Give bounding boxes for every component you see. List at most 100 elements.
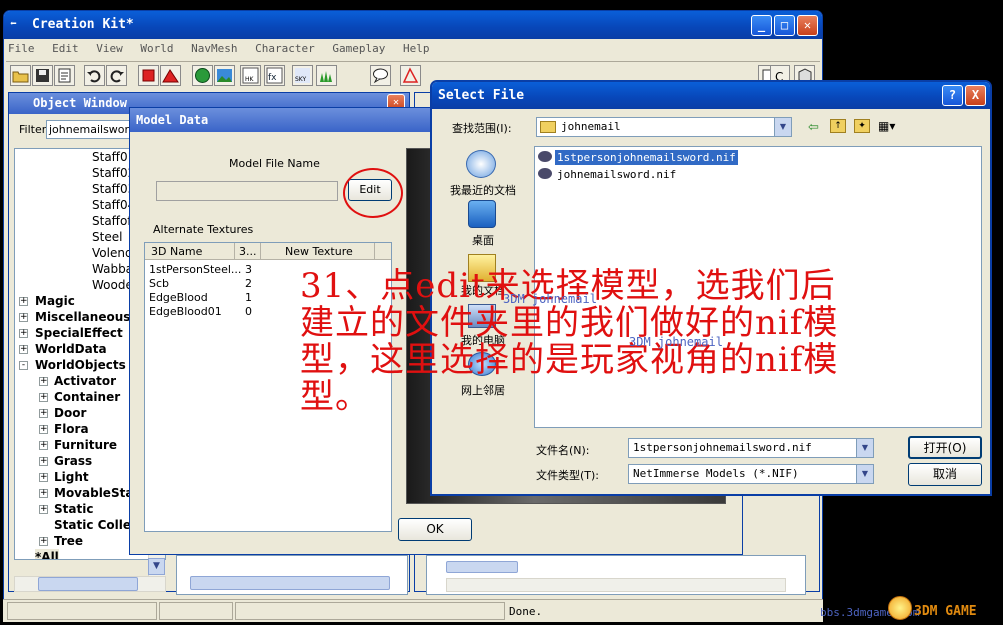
menu-character[interactable]: Character xyxy=(255,42,315,55)
grass-icon[interactable] xyxy=(316,65,337,86)
dialog-close-button[interactable]: X xyxy=(965,85,986,106)
expander-icon[interactable]: + xyxy=(39,537,48,546)
menu-gameplay[interactable]: Gameplay xyxy=(332,42,385,55)
chat-icon[interactable] xyxy=(370,65,391,86)
back-icon[interactable]: ⇦ xyxy=(808,120,819,135)
table-row-name[interactable]: 1stPersonSteel... xyxy=(149,263,241,277)
close-button[interactable]: ✕ xyxy=(797,15,818,36)
globe-icon[interactable] xyxy=(192,65,213,86)
sky-icon[interactable]: SKY xyxy=(292,65,313,86)
svg-text:HK: HK xyxy=(245,76,255,83)
expander-icon[interactable]: + xyxy=(39,489,48,498)
select-file-titlebar[interactable]: Select File ? X xyxy=(432,82,990,109)
ck-menubar: File Edit View World NavMesh Character G… xyxy=(8,42,429,58)
place-recent[interactable]: 我最近的文档 xyxy=(446,182,520,198)
expander-icon[interactable]: + xyxy=(39,377,48,386)
look-in-combo[interactable]: johnemail ▼ xyxy=(536,117,792,137)
expander-icon[interactable]: + xyxy=(39,425,48,434)
col-new-texture[interactable]: New Texture xyxy=(261,243,375,260)
render-list-hscroll[interactable] xyxy=(446,561,518,573)
table-row-index: 0 xyxy=(245,305,252,318)
recent-docs-icon[interactable] xyxy=(466,150,496,178)
maximize-button[interactable]: □ xyxy=(774,15,795,36)
landscape-icon[interactable] xyxy=(214,65,235,86)
model-file-name-input[interactable] xyxy=(156,181,338,201)
expander-icon[interactable]: + xyxy=(39,505,48,514)
expander-icon[interactable]: + xyxy=(39,441,48,450)
tree-category[interactable]: Grass xyxy=(54,453,92,469)
open-icon[interactable] xyxy=(10,65,31,86)
expander-icon[interactable]: + xyxy=(19,297,28,306)
terrain-icon[interactable] xyxy=(160,65,181,86)
status-cell-2 xyxy=(159,602,233,620)
cancel-button[interactable]: 取消 xyxy=(908,463,982,486)
render-hscroll-bar[interactable] xyxy=(446,578,786,592)
menu-world[interactable]: World xyxy=(140,42,173,55)
ok-button[interactable]: OK xyxy=(398,518,472,541)
tree-category[interactable]: Container xyxy=(54,389,120,405)
expander-icon[interactable]: + xyxy=(39,457,48,466)
tree-category[interactable]: Furniture xyxy=(54,437,117,453)
open-button[interactable]: 打开(O) xyxy=(908,436,982,459)
tree-scroll-down-icon[interactable]: ▼ xyxy=(148,558,165,575)
expander-icon[interactable]: + xyxy=(39,409,48,418)
menu-navmesh[interactable]: NavMesh xyxy=(191,42,237,55)
menu-help[interactable]: Help xyxy=(403,42,430,55)
tree-category[interactable]: WorldObjects xyxy=(35,357,126,373)
object-window-title: Object Window xyxy=(33,96,127,110)
minimize-button[interactable]: _ xyxy=(751,15,772,36)
expander-icon[interactable]: + xyxy=(19,345,28,354)
tree-category[interactable]: Magic xyxy=(35,293,75,309)
tree-item[interactable]: Steel xyxy=(92,229,122,245)
tree-category[interactable]: Light xyxy=(54,469,89,485)
properties-icon[interactable] xyxy=(54,65,75,86)
menu-view[interactable]: View xyxy=(96,42,123,55)
tree-category[interactable]: SpecialEffect xyxy=(35,325,123,341)
tree-category[interactable]: WorldData xyxy=(35,341,107,357)
look-in-dropdown-icon[interactable]: ▼ xyxy=(774,118,791,136)
filename-combo[interactable]: 1stpersonjohnemailsword.nif ▼ xyxy=(628,438,874,458)
table-row-name[interactable]: EdgeBlood xyxy=(149,291,208,305)
redo-icon[interactable] xyxy=(106,65,127,86)
place-network[interactable]: 网上邻居 xyxy=(446,382,520,398)
object-list-hscroll[interactable] xyxy=(190,576,390,590)
navmesh-icon[interactable] xyxy=(400,65,421,86)
tree-category[interactable]: Flora xyxy=(54,421,89,437)
place-desktop[interactable]: 桌面 xyxy=(446,232,520,248)
up-folder-icon[interactable]: ↑ xyxy=(830,119,846,133)
table-row-name[interactable]: EdgeBlood01 xyxy=(149,305,222,319)
tree-category[interactable]: Miscellaneous xyxy=(35,309,130,325)
filename-dropdown-icon[interactable]: ▼ xyxy=(856,439,873,457)
expander-icon[interactable]: + xyxy=(39,473,48,482)
expander-icon[interactable]: + xyxy=(19,313,28,322)
desktop-icon[interactable] xyxy=(468,200,496,228)
filter-input[interactable]: johnemailsword xyxy=(46,120,130,139)
col-3d-name[interactable]: 3D Name xyxy=(145,243,235,260)
menu-file[interactable]: File xyxy=(8,42,35,55)
tree-hscroll-thumb[interactable] xyxy=(38,577,138,591)
render-icon[interactable] xyxy=(138,65,159,86)
tree-category[interactable]: Tree xyxy=(54,533,83,549)
new-folder-icon[interactable]: ✦ xyxy=(854,119,870,133)
save-icon[interactable] xyxy=(32,65,53,86)
tree-all-item[interactable]: *All xyxy=(35,549,59,559)
filetype-dropdown-icon[interactable]: ▼ xyxy=(856,465,873,483)
expander-icon[interactable]: - xyxy=(19,361,28,370)
table-row-name[interactable]: Scb xyxy=(149,277,169,291)
tree-category[interactable]: Activator xyxy=(54,373,116,389)
filetype-combo[interactable]: NetImmerse Models (*.NIF) ▼ xyxy=(628,464,874,484)
expander-icon[interactable]: + xyxy=(39,393,48,402)
formula-icon[interactable]: fx xyxy=(264,65,285,86)
ck-titlebar[interactable]: ⬅ Creation Kit* _ □ ✕ xyxy=(4,11,822,39)
folder-icon xyxy=(540,121,556,133)
tree-category[interactable]: Door xyxy=(54,405,86,421)
tree-category[interactable]: Static xyxy=(54,501,93,517)
view-menu-icon[interactable]: ▦▾ xyxy=(878,119,895,133)
havok-icon[interactable]: HK xyxy=(240,65,261,86)
expander-icon[interactable]: + xyxy=(19,329,28,338)
status-cell-1 xyxy=(7,602,157,620)
col-index[interactable]: 3... xyxy=(235,243,261,260)
menu-edit[interactable]: Edit xyxy=(52,42,79,55)
undo-icon[interactable] xyxy=(84,65,105,86)
help-button[interactable]: ? xyxy=(942,85,963,106)
